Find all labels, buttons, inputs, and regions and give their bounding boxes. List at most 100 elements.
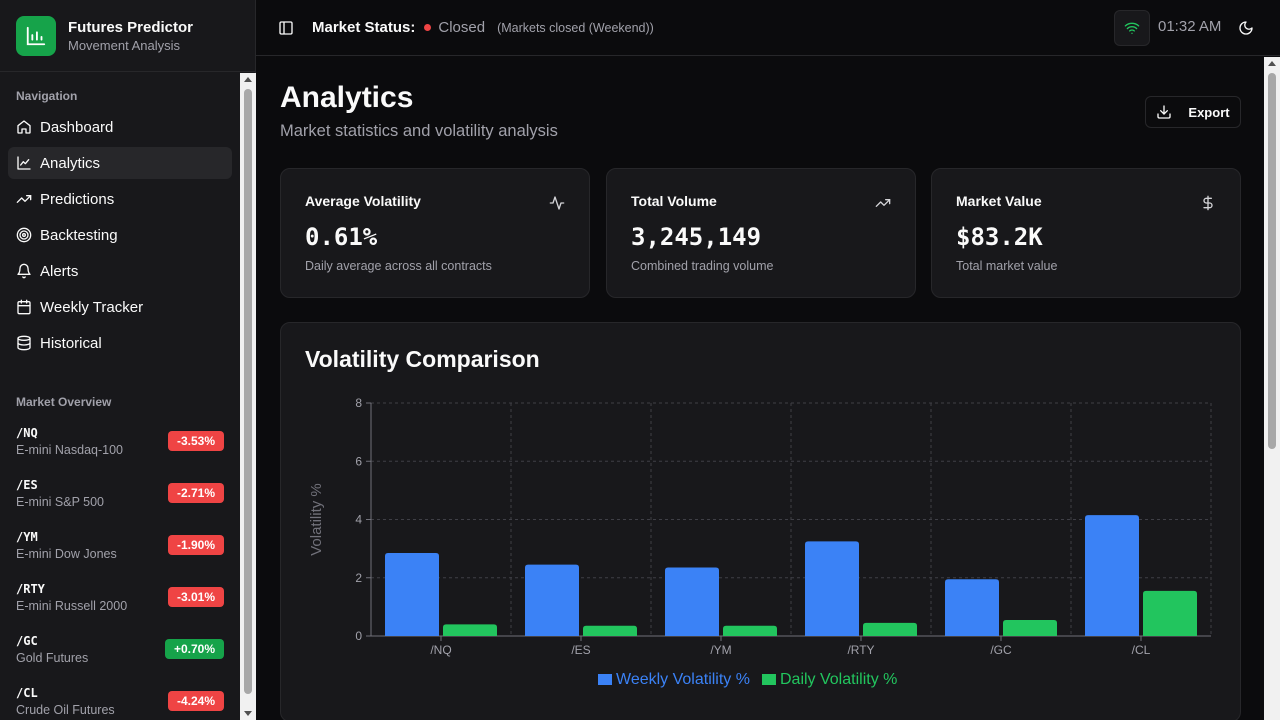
change-badge: -1.90%	[167, 535, 224, 555]
market-item-es[interactable]: /ES E-mini S&P 500 -2.71%	[0, 467, 240, 519]
sidebar-item-backtesting[interactable]: Backtesting	[8, 219, 232, 251]
market-status-value: Closed	[438, 19, 486, 36]
sidebar-item-label: Predictions	[40, 190, 115, 208]
market-name: E-mini Dow Jones	[16, 546, 117, 561]
export-button[interactable]: Export	[1145, 96, 1241, 128]
sidebar-item-label: Backtesting	[40, 226, 118, 244]
sidebar-item-dashboard[interactable]: Dashboard	[8, 111, 232, 143]
x-tick-label: /YM	[710, 643, 731, 657]
export-label: Export	[1188, 104, 1230, 120]
target-icon	[16, 227, 32, 243]
stat-value: $83.2K	[956, 223, 1043, 251]
app-title: Futures Predictor	[68, 18, 194, 36]
main-content: Analytics Market statistics and volatili…	[256, 57, 1264, 720]
bell-icon	[17, 263, 31, 279]
nav-list: Dashboard Analytics Predictions Backtest…	[0, 111, 240, 359]
market-status-note: (Markets closed (Weekend))	[497, 20, 654, 35]
change-badge: -3.53%	[167, 431, 224, 451]
stat-title: Market Value	[956, 193, 1042, 209]
page-subtitle: Market statistics and volatility analysi…	[280, 122, 558, 140]
market-item-rty[interactable]: /RTY E-mini Russell 2000 -3.01%	[0, 571, 240, 623]
bar-weekly-volatility-ym	[665, 567, 719, 636]
change-badge: -2.71%	[167, 483, 224, 503]
market-name: E-mini Nasdaq-100	[16, 442, 123, 457]
market-name: Gold Futures	[16, 650, 89, 665]
status-dot	[424, 24, 432, 31]
change-badge: +0.70%	[164, 639, 224, 659]
x-tick-label: /RTY	[847, 643, 874, 657]
stat-title: Average Volatility	[305, 193, 421, 209]
sidebar-item-label: Dashboard	[40, 118, 114, 136]
sidebar-item-label: Weekly Tracker	[40, 298, 144, 316]
legend-label: Weekly Volatility %	[616, 671, 750, 688]
stat-card-market-value: Market Value $83.2K Total market value	[931, 168, 1241, 298]
y-axis-label: Volatility %	[308, 483, 325, 556]
market-symbol: /CL	[16, 685, 38, 700]
bar-daily-volatility-gc	[1003, 619, 1057, 636]
sidebar-item-predictions[interactable]: Predictions	[8, 183, 232, 215]
x-tick-label: /ES	[571, 643, 590, 657]
trending-up-icon	[875, 199, 891, 207]
sidebar: Futures Predictor Movement Analysis Navi…	[0, 0, 256, 720]
market-overview-label: Market Overview	[16, 395, 112, 409]
bar-daily-volatility-rty	[863, 622, 917, 636]
change-badge: -3.01%	[167, 587, 224, 607]
y-tick-label: 4	[355, 513, 362, 527]
stat-value: 3,245,149	[631, 223, 762, 251]
scroll-thumb[interactable]	[1268, 73, 1276, 449]
bar-weekly-volatility-es	[525, 564, 579, 636]
wifi-icon	[1124, 22, 1140, 34]
sidebar-item-alerts[interactable]: Alerts	[8, 255, 232, 287]
market-symbol: /YM	[16, 529, 38, 544]
sidebar-item-analytics[interactable]: Analytics	[8, 147, 232, 179]
brand[interactable]: Futures Predictor Movement Analysis	[0, 0, 255, 72]
nav-section-label: Navigation	[16, 89, 78, 103]
market-symbol: /ES	[16, 477, 38, 492]
stat-value: 0.61%	[305, 223, 378, 251]
change-badge: -4.24%	[167, 691, 224, 711]
activity-icon	[549, 196, 565, 210]
sidebar-item-historical[interactable]: Historical	[8, 327, 232, 359]
market-name: E-mini Russell 2000	[16, 598, 128, 613]
market-symbol: /RTY	[16, 581, 45, 596]
sidebar-item-label: Historical	[40, 334, 102, 352]
y-tick-label: 8	[355, 396, 362, 410]
bar-weekly-volatility-cl	[1085, 515, 1139, 636]
dollar-icon	[1203, 195, 1213, 211]
scroll-thumb[interactable]	[244, 89, 252, 694]
bar-weekly-volatility-nq	[385, 552, 439, 636]
y-tick-label: 0	[355, 629, 362, 643]
x-tick-label: /NQ	[430, 643, 451, 657]
market-symbol: /GC	[16, 633, 38, 648]
sidebar-item-weekly-tracker[interactable]: Weekly Tracker	[8, 291, 232, 323]
main-scrollbar[interactable]	[1264, 57, 1280, 720]
calendar-icon	[17, 299, 31, 315]
stat-title: Total Volume	[631, 193, 717, 209]
stat-desc: Daily average across all contracts	[305, 259, 492, 273]
market-list: /NQ E-mini Nasdaq-100 -3.53% /ES E-mini S&…	[0, 415, 240, 720]
app-subtitle: Movement Analysis	[68, 37, 180, 53]
scroll-up-icon[interactable]	[1268, 61, 1276, 66]
market-item-gc[interactable]: /GC Gold Futures +0.70%	[0, 623, 240, 675]
stat-card-volume: Total Volume 3,245,149 Combined trading …	[606, 168, 916, 298]
market-item-nq[interactable]: /NQ E-mini Nasdaq-100 -3.53%	[0, 415, 240, 467]
x-tick-label: /CL	[1132, 643, 1151, 657]
stat-desc: Combined trading volume	[631, 259, 774, 273]
legend-swatch	[598, 674, 612, 685]
connection-button[interactable]	[1114, 10, 1150, 46]
sidebar-toggle-icon[interactable]	[278, 20, 294, 36]
market-name: Crude Oil Futures	[16, 702, 115, 717]
volatility-chart: 0 2 4 6 8/NQ/ES/YM/RTY/GC/CL Volatility % Week…	[308, 396, 1212, 688]
scroll-down-icon[interactable]	[244, 711, 252, 716]
scroll-up-icon[interactable]	[244, 77, 252, 82]
sidebar-scrollbar[interactable]	[240, 73, 256, 720]
y-tick-label: 2	[355, 571, 362, 585]
bar-daily-volatility-nq	[443, 624, 497, 636]
line-chart-icon	[17, 156, 31, 170]
stat-card-volatility: Average Volatility 0.61% Daily average a…	[280, 168, 590, 298]
legend-swatch	[761, 674, 776, 685]
market-item-ym[interactable]: /YM E-mini Dow Jones -1.90%	[0, 519, 240, 571]
bar-daily-volatility-es	[583, 625, 637, 636]
moon-icon[interactable]	[1238, 20, 1254, 36]
market-item-cl[interactable]: /CL Crude Oil Futures -4.24%	[0, 675, 240, 720]
